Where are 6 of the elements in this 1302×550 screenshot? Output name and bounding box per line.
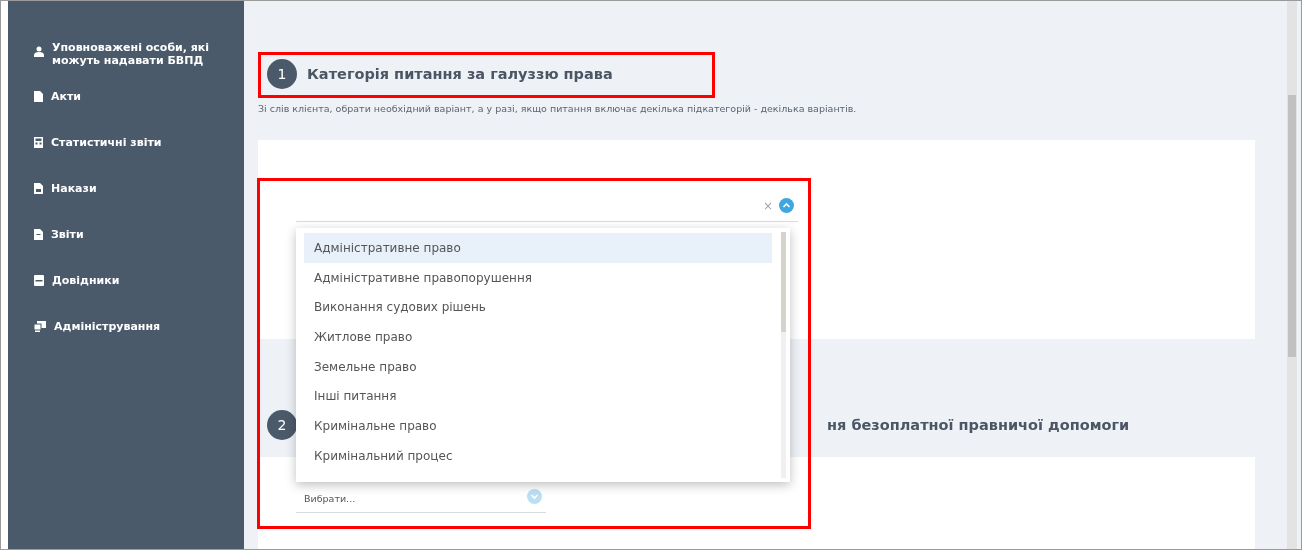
section-title: Категорія питання за галуззю права [307,66,613,82]
section-title: ня безоплатної правничої допомоги [827,417,1130,433]
select-placeholder: Вибрати... [304,493,356,504]
section-description: Зі слів клієнта, обрати необхідний варіант, а у разі, якщо питання включає декілька підкатегорій - декілька варіантів. [258,103,858,114]
step-number: 1 [267,59,297,89]
step-number: 2 [267,410,297,440]
